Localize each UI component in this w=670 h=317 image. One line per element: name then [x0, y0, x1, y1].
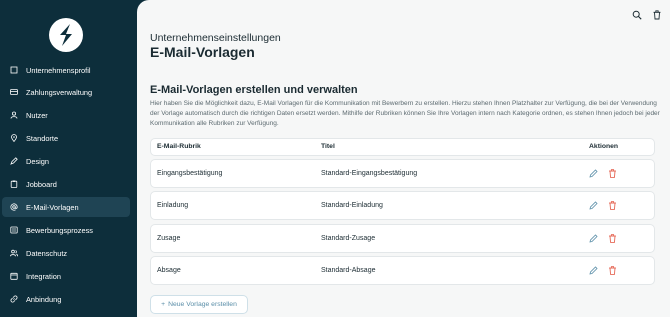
edit-icon[interactable] — [589, 169, 598, 178]
new-template-button[interactable]: + Neue Vorlage erstellen — [150, 295, 248, 314]
section-title: E-Mail-Vorlagen erstellen und verwalten — [150, 84, 358, 96]
sidebar-item-anbindung[interactable]: Anbindung — [2, 289, 130, 309]
sidebar-item-bewerbungsprozess[interactable]: Bewerbungsprozess — [2, 220, 130, 240]
users-icon — [2, 249, 24, 257]
at-sign-icon — [2, 203, 24, 211]
sidebar-item-zahlungsverwaltung[interactable]: Zahlungsverwaltung — [2, 82, 130, 102]
sidebar-item-label: Standorte — [26, 133, 59, 143]
app-logo[interactable] — [49, 18, 83, 52]
delete-icon[interactable] — [608, 201, 617, 210]
delete-icon[interactable] — [608, 234, 617, 243]
sidebar-item-e-mail-vorlagen[interactable]: E-Mail-Vorlagen — [2, 197, 130, 217]
page-title: E-Mail-Vorlagen — [150, 44, 255, 60]
cell-rubrik: Zusage — [157, 235, 181, 242]
sidebar-item-label: Bewerbungsprozess — [26, 225, 93, 235]
clipboard-icon — [2, 180, 24, 188]
sidebar-item-label: Design — [26, 156, 50, 166]
cell-rubrik: Eingangsbestätigung — [157, 170, 223, 177]
table-row: Eingangsbestätigung Standard-Eingangsbes… — [150, 159, 655, 188]
main-content: Unternehmenseinstellungen E-Mail-Vorlage… — [137, 0, 670, 317]
cell-titel: Standard-Absage — [321, 267, 376, 274]
sidebar-item-label: Nutzer — [26, 110, 48, 120]
table-row: Einladung Standard-Einladung — [150, 191, 655, 220]
sidebar-item-datenschutz[interactable]: Datenschutz — [2, 243, 130, 263]
section-description: Hier haben Sie die Möglichkeit dazu, E-M… — [150, 100, 660, 127]
pen-icon — [2, 157, 24, 165]
location-pin-icon — [2, 134, 24, 142]
edit-icon[interactable] — [589, 234, 598, 243]
table-row: Zusage Standard-Zusage — [150, 224, 655, 253]
cell-titel: Standard-Eingangsbestätigung — [321, 170, 418, 177]
sidebar-item-unternehmensprofil[interactable]: Unternehmensprofil — [2, 60, 130, 80]
new-template-label: Neue Vorlage erstellen — [168, 301, 237, 308]
sidebar-item-label: Jobboard — [26, 179, 57, 189]
cell-rubrik: Einladung — [157, 202, 189, 209]
trash-icon[interactable] — [652, 10, 662, 20]
delete-icon[interactable] — [608, 169, 617, 178]
column-header-titel: Titel — [321, 143, 335, 150]
user-icon — [2, 111, 24, 119]
list-icon — [2, 226, 24, 234]
sidebar-item-design[interactable]: Design — [2, 151, 130, 171]
top-bar — [632, 10, 662, 20]
sidebar-item-label: Zahlungsverwaltung — [26, 87, 93, 97]
sidebar-item-label: E-Mail-Vorlagen — [26, 202, 79, 212]
sidebar-item-integration[interactable]: Integration — [2, 266, 130, 286]
link-icon — [2, 295, 24, 303]
edit-icon[interactable] — [589, 266, 598, 275]
cell-rubrik: Absage — [157, 267, 181, 274]
column-header-rubrik: E-Mail-Rubrik — [157, 143, 201, 150]
sidebar-item-label: Datenschutz — [26, 248, 68, 258]
table-row: Absage Standard-Absage — [150, 256, 655, 285]
sidebar-item-label: Unternehmensprofil — [26, 65, 91, 75]
delete-icon[interactable] — [608, 266, 617, 275]
plus-icon: + — [161, 301, 166, 308]
table-header: E-Mail-Rubrik Titel Aktionen — [150, 138, 655, 156]
edit-icon[interactable] — [589, 201, 598, 210]
sidebar: Unternehmensprofil Zahlungsverwaltung Nu… — [0, 0, 137, 317]
page-kicker: Unternehmenseinstellungen — [150, 32, 281, 44]
cell-titel: Standard-Zusage — [321, 235, 376, 242]
search-icon[interactable] — [632, 10, 642, 20]
sidebar-item-standorte[interactable]: Standorte — [2, 128, 130, 148]
sidebar-item-nutzer[interactable]: Nutzer — [2, 105, 130, 125]
cell-titel: Standard-Einladung — [321, 202, 383, 209]
credit-card-icon — [2, 88, 24, 96]
building-icon — [2, 66, 24, 74]
sidebar-item-label: Anbindung — [26, 294, 62, 304]
sidebar-item-jobboard[interactable]: Jobboard — [2, 174, 130, 194]
sidebar-item-label: Integration — [26, 271, 61, 281]
column-header-aktionen: Aktionen — [589, 143, 619, 150]
calendar-icon — [2, 272, 24, 280]
